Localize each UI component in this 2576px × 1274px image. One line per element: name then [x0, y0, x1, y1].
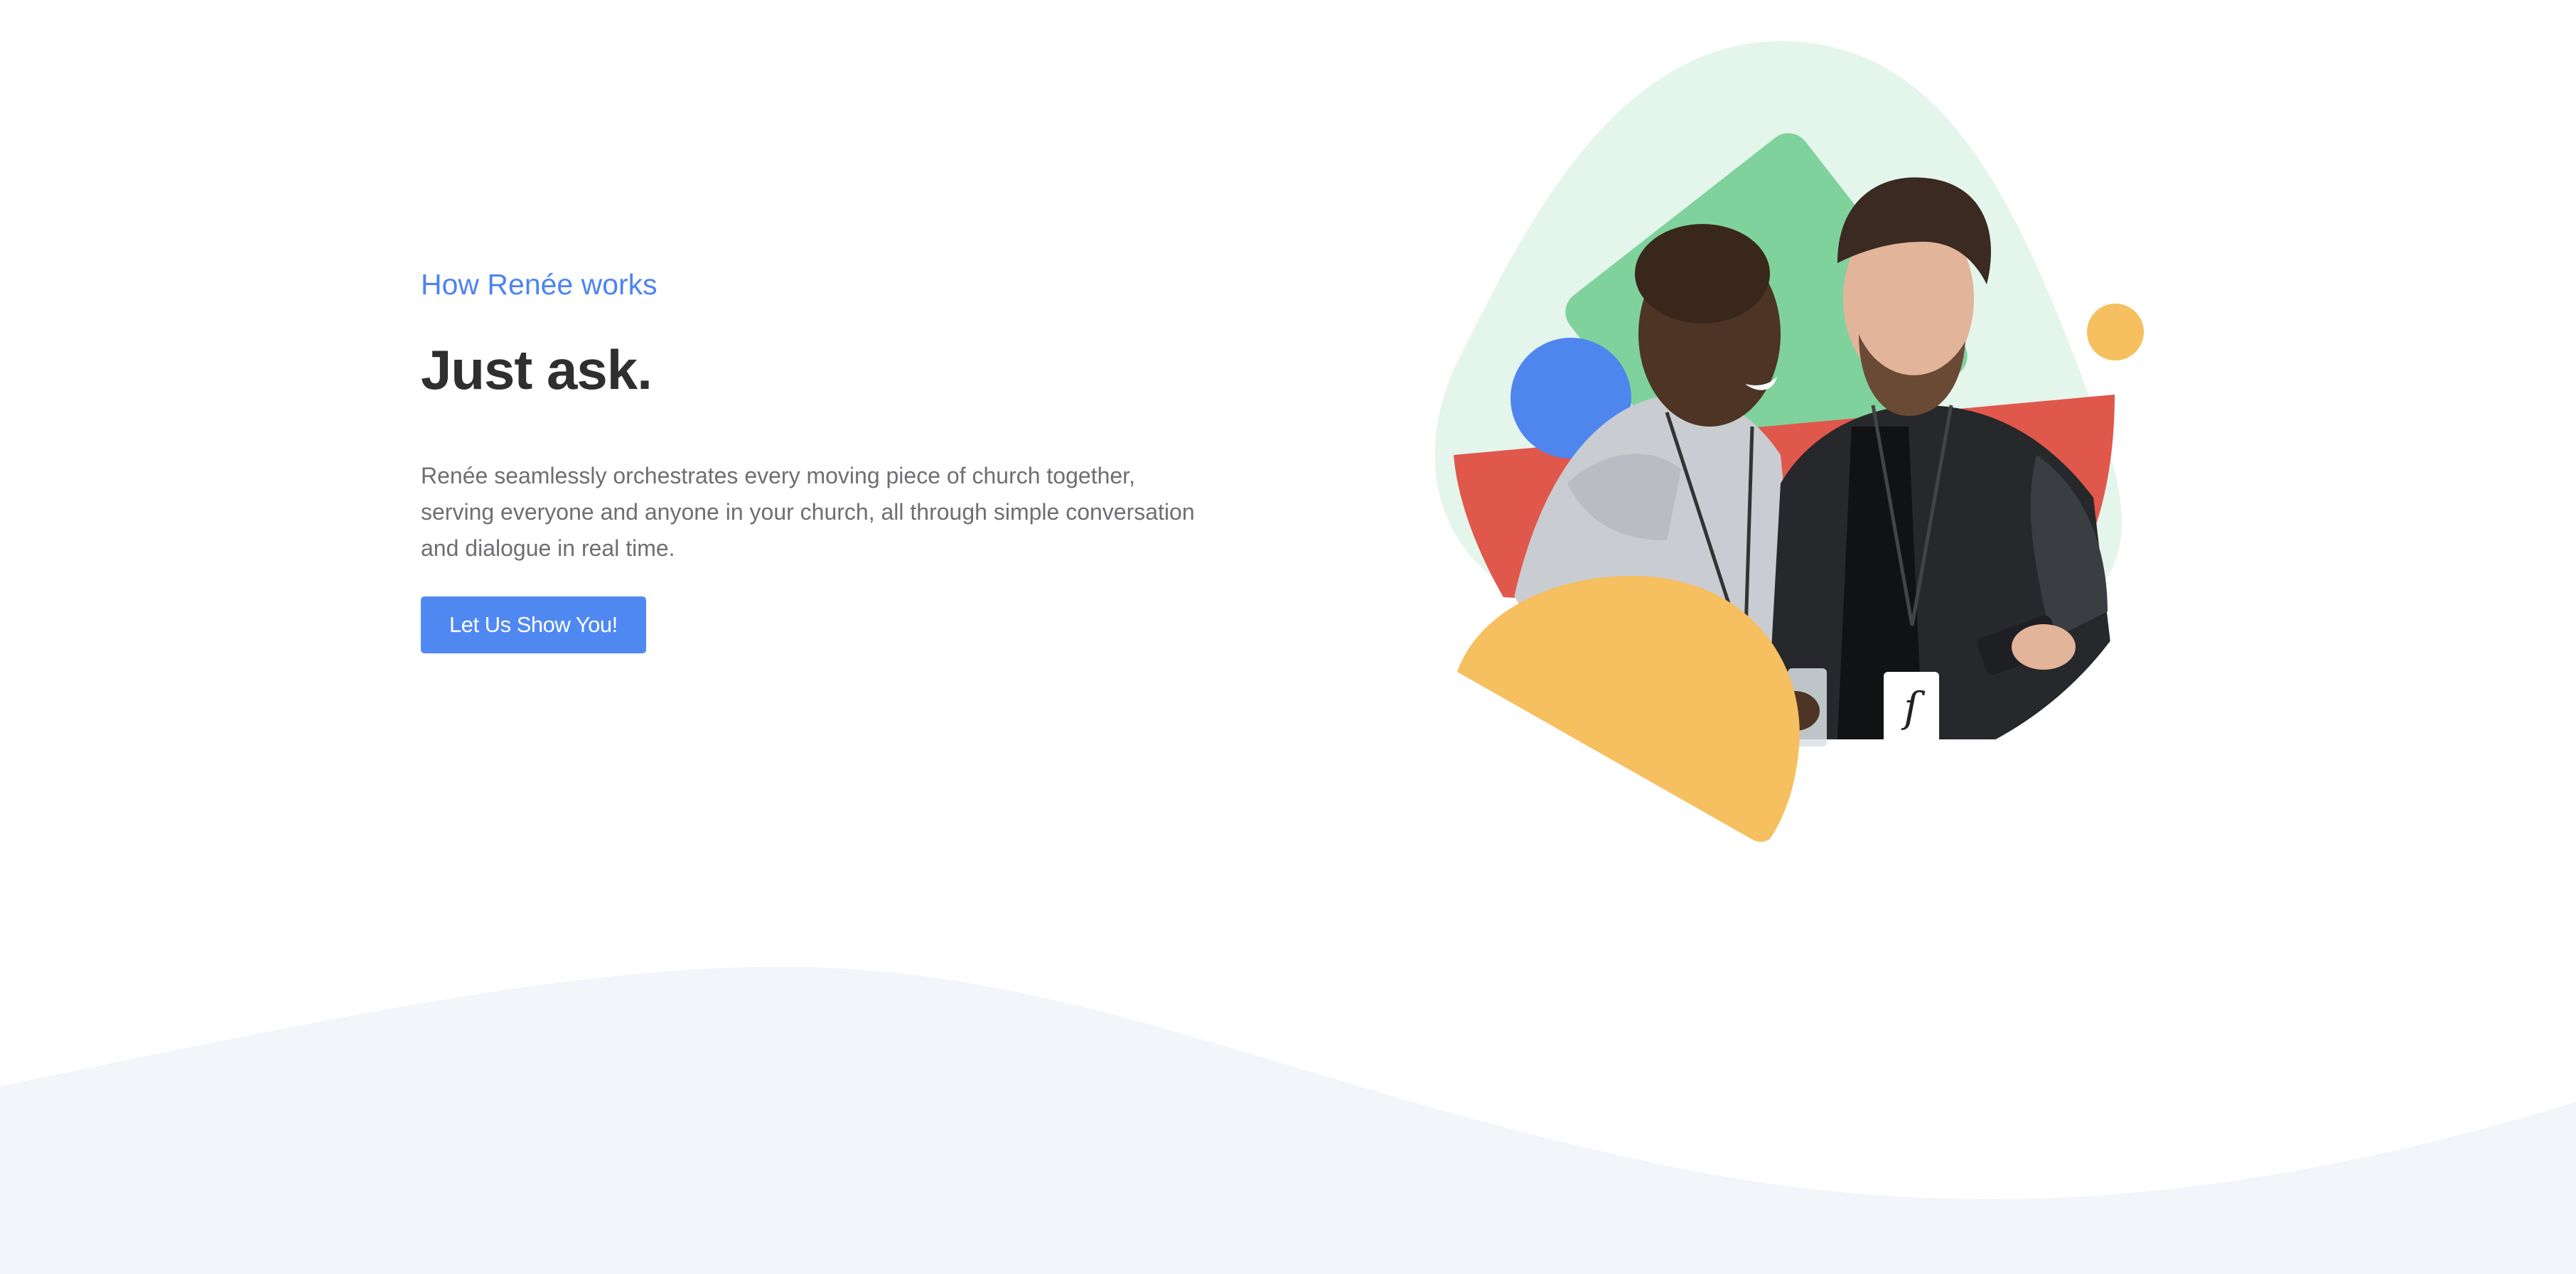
section-eyebrow: How Renée works [421, 268, 658, 301]
yellow-dot [2087, 304, 2144, 360]
hero-illustration: ſ [1434, 41, 2144, 842]
cta-button[interactable]: Let Us Show You! [421, 596, 646, 653]
page: How Renée works Just ask. Renée seamless… [0, 0, 2576, 1274]
hero-headline: Just ask. [421, 338, 653, 401]
background-wave [0, 967, 2576, 1274]
hero-description: Renée seamlessly orchestrates every movi… [421, 463, 1195, 561]
hero-text: How Renée works Just ask. Renée seamless… [421, 264, 1231, 653]
